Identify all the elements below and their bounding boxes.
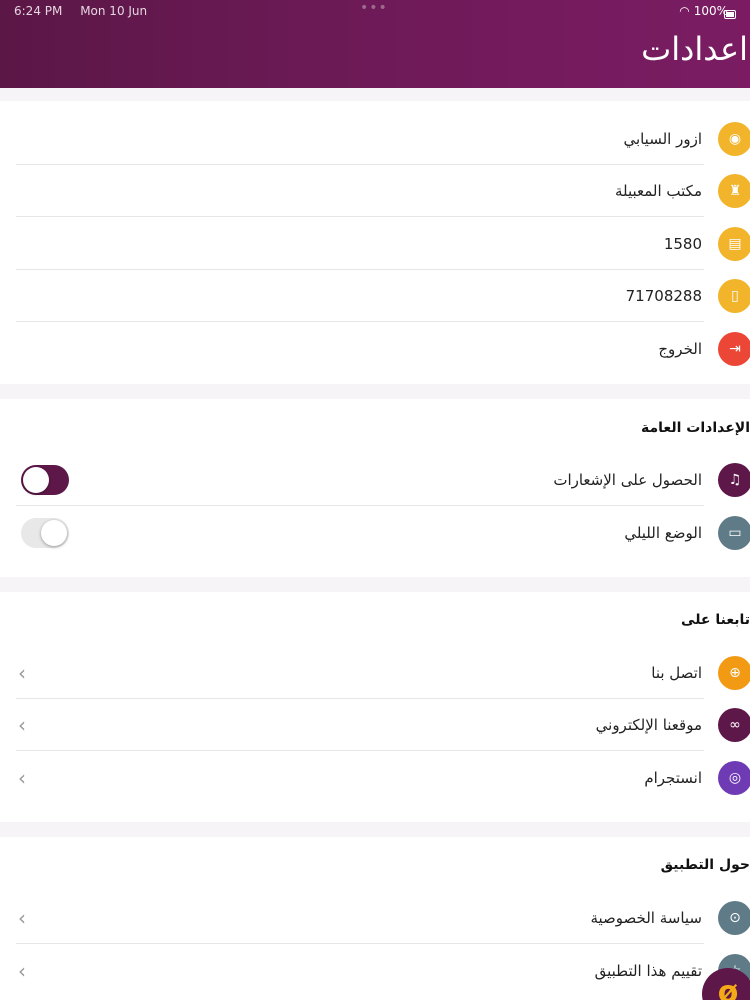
about-app-title: حول التطبيق — [660, 857, 750, 873]
about-app-card: حول التطبيق ⊙ سياسة الخصوصية ‹ ☆ تقييم ه… — [0, 837, 750, 1000]
divider — [16, 750, 704, 751]
privacy-policy-row[interactable]: ⊙ سياسة الخصوصية ‹ — [0, 892, 750, 944]
follow-us-title: تابعنا على — [681, 612, 750, 628]
app-logo-icon: ø — [717, 974, 739, 1000]
notifications-row: ♫ الحصول على الإشعارات — [0, 454, 750, 506]
chevron-left-icon: ‹ — [18, 661, 26, 685]
status-time: 6:24 PM — [14, 4, 63, 18]
divider — [16, 321, 704, 322]
battery-icon — [724, 10, 736, 19]
notifications-toggle[interactable] — [21, 465, 69, 495]
website-label: موقعنا الإلكتروني — [595, 716, 702, 734]
profile-office: مكتب المعبيلة — [614, 182, 702, 200]
night-mode-row: ▭ الوضع الليلي — [0, 507, 750, 559]
profile-name-row: ◉ ازور السيابي — [0, 113, 750, 165]
profile-name: ازور السيابي — [623, 130, 702, 148]
id-card-icon: ▤ — [718, 227, 750, 261]
profile-office-row: ♜ مكتب المعبيلة — [0, 165, 750, 217]
profile-phone: 71708288 — [625, 287, 702, 305]
monitor-icon: ▭ — [718, 516, 750, 550]
instagram-row[interactable]: ◎ انستجرام ‹ — [0, 752, 750, 804]
instagram-label: انستجرام — [644, 769, 702, 787]
profile-phone-row: ▯ 71708288 — [0, 270, 750, 322]
general-settings-card: الإعدادات العامة ♫ الحصول على الإشعارات … — [0, 399, 750, 577]
battery-percent: 100% — [693, 4, 728, 18]
status-bar-right: ◠ 100% — [679, 4, 736, 19]
status-bar-left: 6:24 PM Mon 10 Jun — [14, 4, 161, 18]
logout-icon: ⇥ — [718, 332, 750, 366]
profile-card: ◉ ازور السيابي ♜ مكتب المعبيلة ▤ 1580 ▯ … — [0, 101, 750, 384]
app-header: 6:24 PM Mon 10 Jun ••• ◠ 100% اعدادات — [0, 0, 750, 88]
privacy-policy-label: سياسة الخصوصية — [590, 909, 702, 927]
globe-user-icon: ◉ — [718, 122, 750, 156]
logout-label: الخروج — [658, 340, 702, 358]
follow-us-card: تابعنا على ⊕ اتصل بنا ‹ ∞ موقعنا الإلكتر… — [0, 592, 750, 822]
chevron-left-icon: ‹ — [18, 766, 26, 790]
website-row[interactable]: ∞ موقعنا الإلكتروني ‹ — [0, 699, 750, 751]
globe-icon: ⊕ — [718, 656, 750, 690]
privacy-lock-icon: ⊙ — [718, 901, 750, 935]
contact-us-row[interactable]: ⊕ اتصل بنا ‹ — [0, 647, 750, 699]
bell-icon: ♫ — [718, 463, 750, 497]
multitasking-dots[interactable]: ••• — [360, 0, 388, 16]
toggle-knob — [23, 467, 49, 493]
rate-app-label: تقييم هذا التطبيق — [594, 962, 702, 980]
toggle-knob — [41, 520, 67, 546]
divider — [16, 505, 704, 506]
wifi-icon: ◠ — [679, 4, 690, 18]
phone-icon: ▯ — [718, 279, 750, 313]
chevron-left-icon: ‹ — [18, 959, 26, 983]
night-mode-label: الوضع الليلي — [624, 524, 702, 542]
profile-id-row: ▤ 1580 — [0, 218, 750, 270]
chevron-left-icon: ‹ — [18, 906, 26, 930]
page-title: اعدادات — [641, 30, 748, 68]
general-settings-title: الإعدادات العامة — [641, 420, 750, 436]
instagram-icon: ◎ — [718, 761, 750, 795]
logout-row[interactable]: ⇥ الخروج — [0, 323, 750, 375]
chevron-left-icon: ‹ — [18, 713, 26, 737]
status-date: Mon 10 Jun — [80, 4, 148, 18]
divider — [16, 943, 704, 944]
profile-id: 1580 — [663, 235, 702, 253]
link-icon: ∞ — [718, 708, 750, 742]
notifications-label: الحصول على الإشعارات — [553, 471, 702, 489]
contact-us-label: اتصل بنا — [651, 664, 702, 682]
office-person-icon: ♜ — [718, 174, 750, 208]
rate-app-row[interactable]: ☆ تقييم هذا التطبيق ‹ — [0, 945, 750, 997]
night-mode-toggle[interactable] — [21, 518, 69, 548]
divider — [16, 216, 704, 217]
